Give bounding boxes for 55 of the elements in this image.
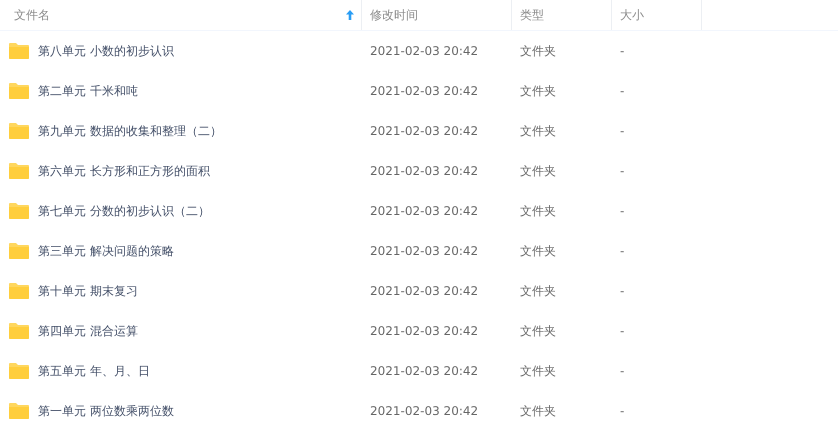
file-size: - bbox=[620, 364, 624, 378]
file-name[interactable]: 第一单元 两位数乘两位数 bbox=[38, 402, 174, 420]
modified-time: 2021-02-03 20:42 bbox=[370, 324, 478, 338]
column-header[interactable]: 大小 bbox=[620, 6, 644, 24]
file-size: - bbox=[620, 244, 624, 258]
file-size: - bbox=[620, 284, 624, 298]
file-size: - bbox=[620, 124, 624, 138]
sort-arrow-icon[interactable] bbox=[346, 10, 354, 20]
file-name[interactable]: 第十单元 期末复习 bbox=[38, 282, 138, 300]
file-name[interactable]: 第五单元 年、月、日 bbox=[38, 362, 150, 380]
file-name[interactable]: 第四单元 混合运算 bbox=[38, 322, 138, 340]
folder-icon bbox=[9, 43, 29, 59]
folder-icon bbox=[9, 363, 29, 379]
file-name[interactable]: 第七单元 分数的初步认识（二） bbox=[38, 202, 210, 220]
file-type: 文件夹 bbox=[520, 282, 556, 300]
modified-time: 2021-02-03 20:42 bbox=[370, 124, 478, 138]
file-name[interactable]: 第三单元 解决问题的策略 bbox=[38, 242, 174, 260]
file-type: 文件夹 bbox=[520, 162, 556, 180]
modified-time: 2021-02-03 20:42 bbox=[370, 44, 478, 58]
folder-icon bbox=[9, 203, 29, 219]
folder-icon bbox=[9, 323, 29, 339]
file-type: 文件夹 bbox=[520, 82, 556, 100]
file-type: 文件夹 bbox=[520, 42, 556, 60]
file-type: 文件夹 bbox=[520, 322, 556, 340]
folder-icon bbox=[9, 403, 29, 419]
modified-time: 2021-02-03 20:42 bbox=[370, 164, 478, 178]
modified-time: 2021-02-03 20:42 bbox=[370, 284, 478, 298]
folder-icon bbox=[9, 123, 29, 139]
modified-time: 2021-02-03 20:42 bbox=[370, 244, 478, 258]
modified-time: 2021-02-03 20:42 bbox=[370, 84, 478, 98]
folder-icon bbox=[9, 83, 29, 99]
file-name[interactable]: 第九单元 数据的收集和整理（二） bbox=[38, 122, 222, 140]
column-header[interactable]: 文件名 bbox=[14, 6, 50, 24]
file-name[interactable]: 第二单元 千米和吨 bbox=[38, 82, 138, 100]
file-size: - bbox=[620, 404, 624, 418]
file-size: - bbox=[620, 164, 624, 178]
file-type: 文件夹 bbox=[520, 362, 556, 380]
column-header[interactable]: 类型 bbox=[520, 6, 544, 24]
modified-time: 2021-02-03 20:42 bbox=[370, 404, 478, 418]
file-size: - bbox=[620, 324, 624, 338]
file-type: 文件夹 bbox=[520, 202, 556, 220]
file-type: 文件夹 bbox=[520, 122, 556, 140]
file-type: 文件夹 bbox=[520, 402, 556, 420]
folder-icon bbox=[9, 163, 29, 179]
modified-time: 2021-02-03 20:42 bbox=[370, 364, 478, 378]
file-name[interactable]: 第六单元 长方形和正方形的面积 bbox=[38, 162, 210, 180]
folder-icon bbox=[9, 243, 29, 259]
file-name[interactable]: 第八单元 小数的初步认识 bbox=[38, 42, 174, 60]
file-size: - bbox=[620, 204, 624, 218]
modified-time: 2021-02-03 20:42 bbox=[370, 204, 478, 218]
column-header[interactable]: 修改时间 bbox=[370, 6, 418, 24]
folder-icon bbox=[9, 283, 29, 299]
file-size: - bbox=[620, 84, 624, 98]
file-size: - bbox=[620, 44, 624, 58]
file-type: 文件夹 bbox=[520, 242, 556, 260]
